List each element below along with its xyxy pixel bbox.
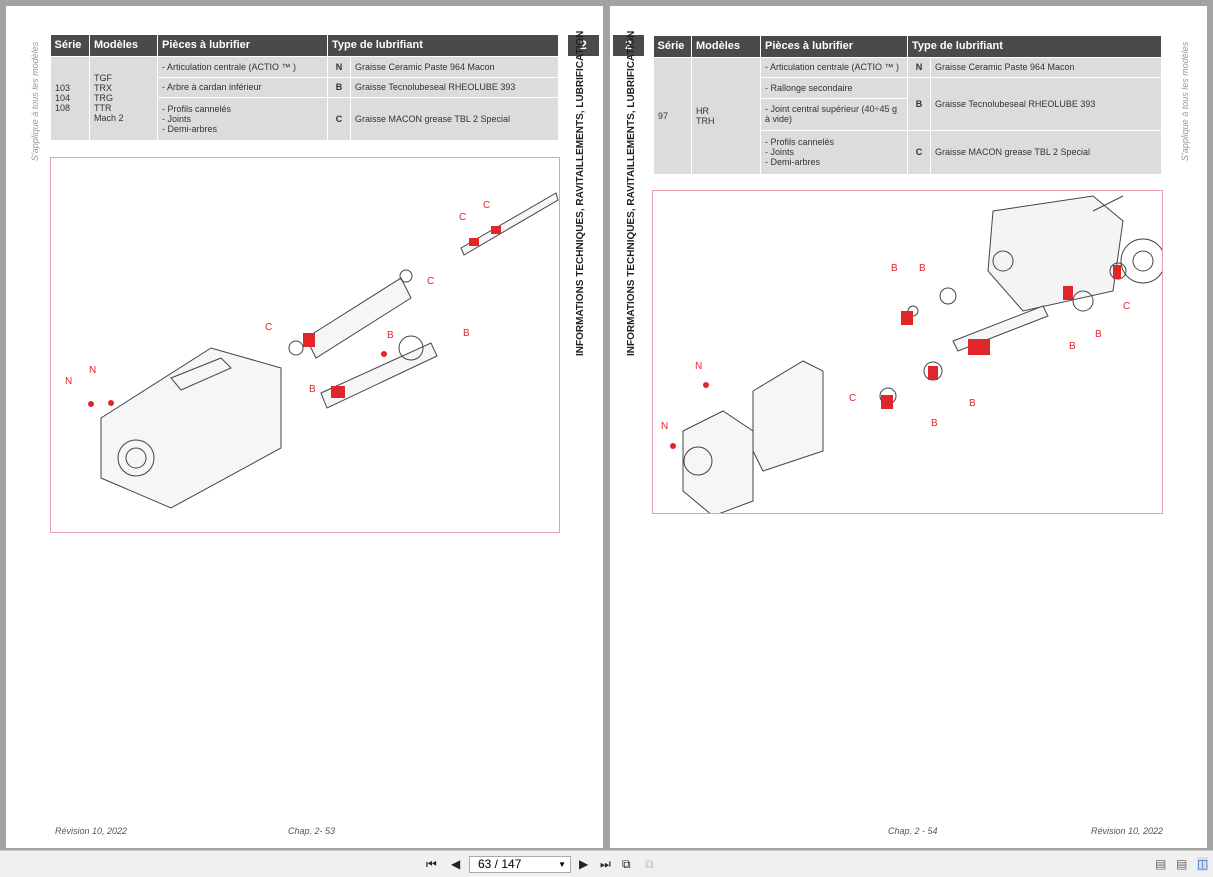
chapter-heading: INFORMATIONS TECHNIQUES, RAVITAILLEMENTS…	[626, 31, 637, 356]
col-type: Type de lubrifiant	[908, 36, 1162, 57]
label-b: B	[969, 398, 976, 409]
transmission-diagram: B B C B B B B C N N	[653, 191, 1162, 513]
label-b: B	[463, 328, 470, 339]
piece-cell: - Articulation centrale (ACTIO ™ )	[158, 56, 328, 77]
exploded-diagram: B B C B B B B C N N	[652, 190, 1163, 514]
lubricant-cell: Graisse Ceramic Paste 964 Macon	[351, 56, 559, 77]
chapter-heading: INFORMATIONS TECHNIQUES, RAVITAILLEMENTS…	[575, 31, 586, 356]
footer-chapter: Chap. 2 - 54	[888, 826, 938, 836]
drivetrain-diagram: C C C C B B B N N	[51, 158, 559, 532]
page-selector[interactable]: 63 / 147 ▼	[469, 856, 571, 873]
footer-revision: Révision 10, 2022	[1091, 826, 1163, 836]
label-c: C	[1123, 301, 1130, 312]
lubricant-cell: Graisse MACON grease TBL 2 Special	[351, 97, 559, 140]
code-cell: B	[908, 77, 931, 130]
label-b: B	[387, 330, 394, 341]
col-serie: Série	[654, 36, 692, 57]
piece-cell: - Rallonge secondaire	[761, 77, 908, 98]
piece-cell: - Profils cannelés - Joints - Demi-arbre…	[158, 97, 328, 140]
previous-page-icon[interactable]: ◀	[451, 857, 460, 871]
col-modeles: Modèles	[692, 36, 761, 57]
col-modeles: Modèles	[90, 35, 158, 56]
label-n: N	[661, 421, 668, 432]
chevron-down-icon[interactable]: ▼	[558, 857, 566, 872]
lubrication-table: Série Modèles Pièces à lubrifier Type de…	[50, 35, 559, 141]
single-page-view-icon[interactable]: ▤	[1155, 857, 1166, 871]
code-cell: C	[328, 97, 351, 140]
label-b: B	[891, 263, 898, 274]
label-n: N	[89, 365, 96, 376]
lubricant-cell: Graisse Tecnolubeseal RHEOLUBE 393	[351, 77, 559, 97]
label-c: C	[849, 393, 856, 404]
label-b: B	[309, 384, 316, 395]
page-indicator: 63 / 147	[478, 857, 521, 871]
label-c: C	[483, 200, 490, 211]
col-serie: Série	[51, 35, 90, 56]
side-note: S'applique à tous les modèles	[30, 42, 40, 161]
code-cell: N	[328, 56, 351, 77]
left-page: Série Modèles Pièces à lubrifier Type de…	[6, 6, 603, 848]
next-page-icon[interactable]: ▶	[579, 857, 588, 871]
code-cell: B	[328, 77, 351, 97]
viewer-toolbar: ⏮ ◀ 63 / 147 ▼ ▶ ⏭ ⧉ ⧉ ▤ ▤ ◫	[0, 850, 1213, 877]
serie-cell: 97	[654, 57, 692, 174]
piece-cell: - Joint central supérieur (40÷45 g à vid…	[761, 98, 908, 130]
code-cell: C	[908, 130, 931, 174]
code-cell: N	[908, 57, 931, 77]
exploded-diagram: C C C C B B B N N	[50, 157, 560, 533]
piece-cell: - Profils cannelés - Joints - Demi-arbre…	[761, 130, 908, 174]
right-page: 2 INFORMATIONS TECHNIQUES, RAVITAILLEMEN…	[610, 6, 1207, 848]
label-n: N	[695, 361, 702, 372]
first-page-icon[interactable]: ⏮	[426, 857, 437, 872]
modeles-cell: HR TRH	[692, 57, 761, 174]
piece-cell: - Arbre à cardan inférieur	[158, 77, 328, 97]
lubricant-cell: Graisse Tecnolubeseal RHEOLUBE 393	[931, 77, 1162, 130]
serie-cell: 103 104 108	[51, 56, 90, 140]
label-b: B	[931, 418, 938, 429]
footer-chapter: Chap. 2- 53	[288, 826, 335, 836]
label-c: C	[265, 322, 272, 333]
col-type: Type de lubrifiant	[328, 35, 559, 56]
footer-revision: Révision 10, 2022	[55, 826, 127, 836]
col-pieces: Pièces à lubrifier	[158, 35, 328, 56]
modeles-cell: TGF TRX TRG TTR Mach 2	[90, 56, 158, 140]
col-pieces: Pièces à lubrifier	[761, 36, 908, 57]
last-page-icon[interactable]: ⏭	[600, 857, 611, 872]
piece-cell: - Articulation centrale (ACTIO ™ )	[761, 57, 908, 77]
label-c: C	[427, 276, 434, 287]
lubricant-cell: Graisse Ceramic Paste 964 Macon	[931, 57, 1162, 77]
previous-view-icon[interactable]: ⧉	[622, 857, 631, 872]
label-b: B	[1095, 329, 1102, 340]
continuous-view-icon[interactable]: ▤	[1176, 857, 1187, 871]
label-b: B	[1069, 341, 1076, 352]
label-n: N	[65, 376, 72, 387]
label-b: B	[919, 263, 926, 274]
two-page-view-icon[interactable]: ◫	[1197, 857, 1208, 871]
label-c: C	[459, 212, 466, 223]
lubrication-table: Série Modèles Pièces à lubrifier Type de…	[653, 36, 1162, 175]
side-note: S'applique à tous les modèles	[1180, 42, 1190, 161]
next-view-icon[interactable]: ⧉	[645, 857, 654, 872]
lubricant-cell: Graisse MACON grease TBL 2 Special	[931, 130, 1162, 174]
